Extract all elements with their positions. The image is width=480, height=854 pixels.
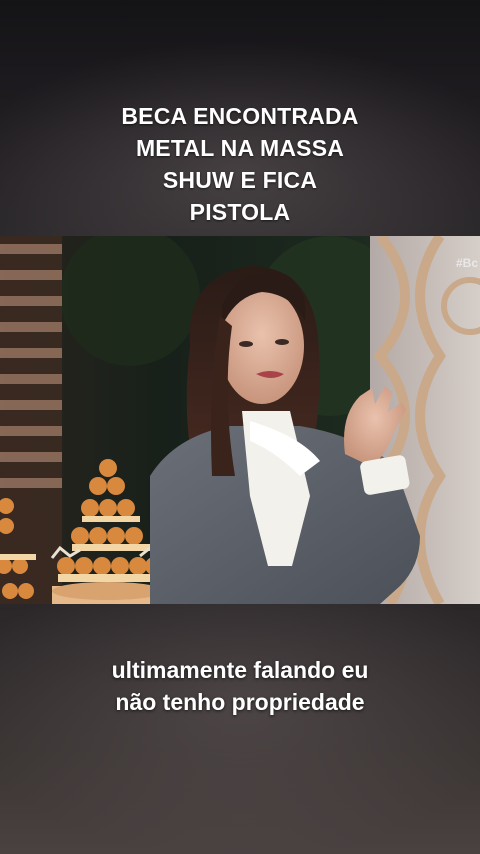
left-shelf	[0, 236, 62, 604]
video-post-screen: BECA ENCONTRADA METAL NA MASSA SHUW E FI…	[0, 0, 480, 854]
backdrop-glow-bottom	[0, 600, 480, 854]
title-caption: BECA ENCONTRADA METAL NA MASSA SHUW E FI…	[0, 100, 480, 228]
title-caption-line-2: METAL NA MASSA	[135, 135, 345, 161]
subtitle-line-2: não tenho propriedade	[115, 689, 365, 715]
subtitle-caption: ultimamente falando eu não tenho proprie…	[0, 654, 480, 718]
title-caption-line-4: PISTOLA	[189, 199, 291, 225]
video-frame-scene	[0, 236, 480, 604]
title-caption-line-1: BECA ENCONTRADA	[121, 103, 359, 129]
subtitle-line-1: ultimamente falando eu	[111, 657, 369, 683]
title-caption-line-3: SHUW E FICA	[162, 167, 318, 193]
video-player[interactable]: #Bc	[0, 236, 480, 604]
channel-watermark: #Bc	[455, 256, 478, 270]
